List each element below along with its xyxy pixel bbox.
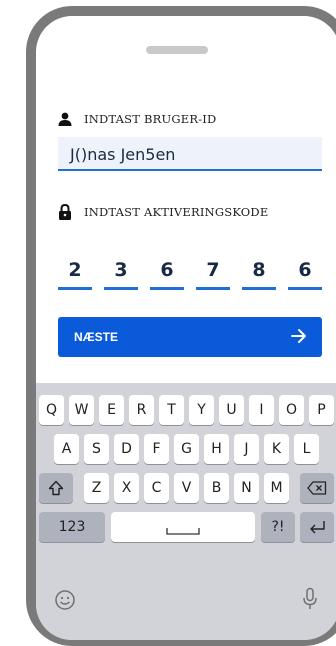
- space-key[interactable]: [111, 512, 255, 542]
- space-icon: [166, 528, 200, 535]
- backspace-key[interactable]: [300, 473, 334, 503]
- phone-speaker: [146, 46, 208, 54]
- key-b[interactable]: B: [204, 473, 229, 503]
- key-g[interactable]: G: [174, 434, 199, 464]
- return-key[interactable]: [300, 512, 334, 542]
- key-c[interactable]: C: [144, 473, 169, 503]
- next-button-label: NÆSTE: [74, 330, 119, 344]
- microphone-icon[interactable]: [302, 587, 318, 611]
- key-t[interactable]: T: [159, 395, 184, 425]
- code-digit-1[interactable]: 2: [58, 256, 92, 290]
- key-s[interactable]: S: [84, 434, 109, 464]
- key-l[interactable]: L: [294, 434, 319, 464]
- code-digit-6[interactable]: 6: [288, 256, 322, 290]
- userid-label-row: INDTAST BRUGER-ID: [58, 112, 216, 126]
- key-m[interactable]: M: [264, 473, 289, 503]
- code-label-row: INDTAST AKTIVERINGSKODE: [58, 204, 268, 220]
- shift-icon: [48, 480, 64, 496]
- userid-label: INDTAST BRUGER-ID: [84, 112, 217, 126]
- code-digit-4[interactable]: 7: [196, 256, 230, 290]
- key-k[interactable]: K: [264, 434, 289, 464]
- key-f[interactable]: F: [144, 434, 169, 464]
- next-button[interactable]: NÆSTE: [58, 317, 322, 357]
- key-d[interactable]: D: [114, 434, 139, 464]
- code-digit-2[interactable]: 3: [104, 256, 138, 290]
- emoji-icon[interactable]: [54, 589, 76, 611]
- key-h[interactable]: H: [204, 434, 229, 464]
- shift-key[interactable]: [39, 473, 73, 503]
- key-j[interactable]: J: [234, 434, 259, 464]
- user-icon: [58, 112, 72, 126]
- userid-value: J()nas Jen5en: [70, 145, 176, 164]
- code-digit-3[interactable]: 6: [150, 256, 184, 290]
- lock-icon: [59, 204, 71, 220]
- backspace-icon: [307, 481, 327, 495]
- code-label: INDTAST AKTIVERINGSKODE: [84, 205, 269, 219]
- phone-screen: INDTAST BRUGER-ID J()nas Jen5en INDTAST …: [36, 16, 336, 640]
- userid-input[interactable]: J()nas Jen5en: [58, 137, 322, 171]
- key-n[interactable]: N: [234, 473, 259, 503]
- key-w[interactable]: W: [69, 395, 94, 425]
- key-x[interactable]: X: [114, 473, 139, 503]
- activation-code-input[interactable]: 2 3 6 7 8 6: [58, 256, 330, 290]
- key-r[interactable]: R: [129, 395, 154, 425]
- key-p[interactable]: P: [309, 395, 334, 425]
- numbers-key[interactable]: 123: [39, 512, 105, 542]
- key-i[interactable]: I: [249, 395, 274, 425]
- key-e[interactable]: E: [99, 395, 124, 425]
- key-a[interactable]: A: [54, 434, 79, 464]
- arrow-right-icon: [291, 329, 306, 343]
- return-icon: [310, 521, 325, 534]
- key-y[interactable]: Y: [189, 395, 214, 425]
- key-v[interactable]: V: [174, 473, 199, 503]
- code-digit-5[interactable]: 8: [242, 256, 276, 290]
- on-screen-keyboard: Q W E R T Y U I O P A S D F G H J K L Z …: [36, 383, 336, 640]
- key-z[interactable]: Z: [84, 473, 109, 503]
- symbols-key[interactable]: ?!: [261, 512, 295, 542]
- key-q[interactable]: Q: [39, 395, 64, 425]
- key-o[interactable]: O: [279, 395, 304, 425]
- key-u[interactable]: U: [219, 395, 244, 425]
